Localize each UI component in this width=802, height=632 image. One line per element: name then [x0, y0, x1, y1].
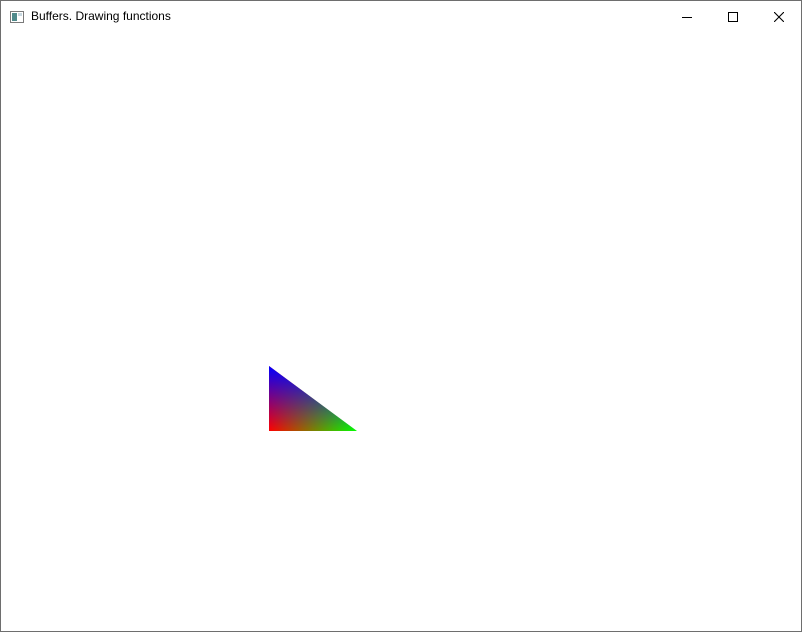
title-bar[interactable]: Buffers. Drawing functions	[1, 1, 801, 32]
close-icon	[774, 11, 784, 22]
maximize-icon	[728, 11, 738, 22]
minimize-icon	[682, 16, 692, 18]
render-canvas	[269, 366, 357, 431]
application-window: Buffers. Drawing functions	[0, 0, 802, 632]
close-button[interactable]	[756, 1, 802, 32]
app-window-icon[interactable]	[10, 10, 24, 23]
maximize-button[interactable]	[710, 1, 756, 32]
color-triangle	[269, 366, 357, 431]
minimize-button[interactable]	[664, 1, 710, 32]
render-area[interactable]	[1, 32, 801, 631]
window-title: Buffers. Drawing functions	[31, 9, 171, 23]
